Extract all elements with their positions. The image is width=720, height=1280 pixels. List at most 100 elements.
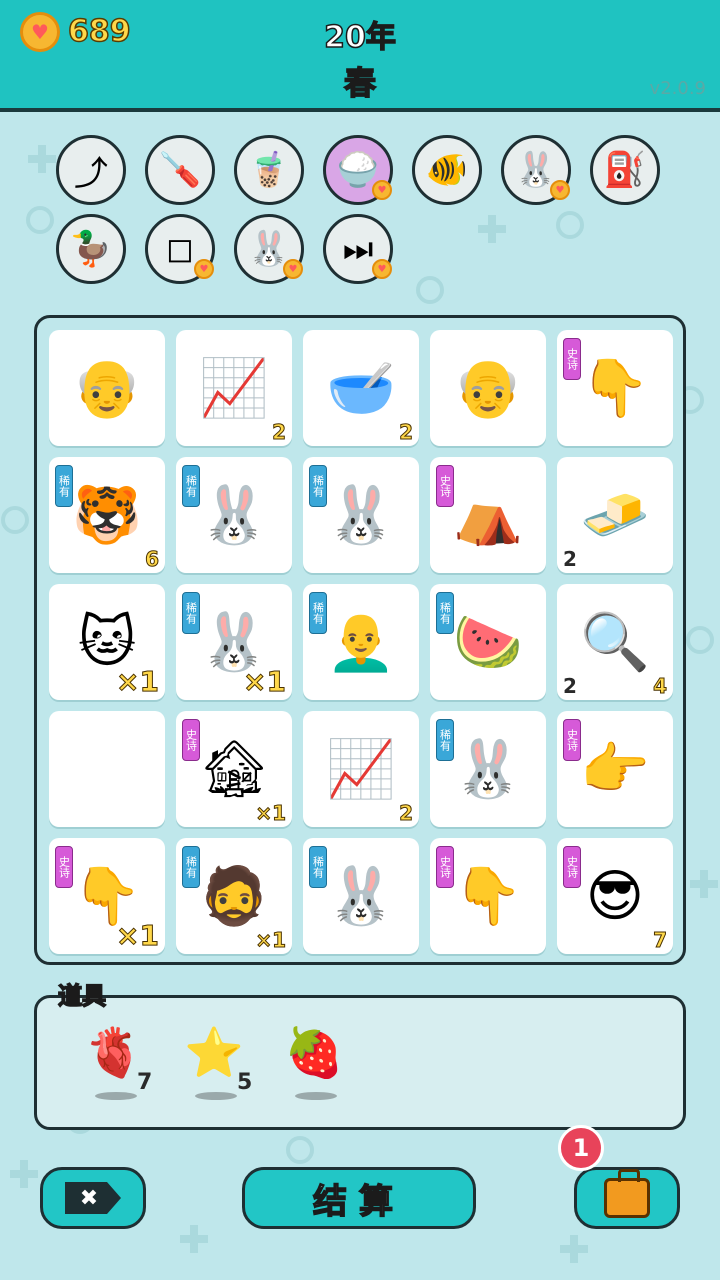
board-cell[interactable]: 🧈 2 (557, 457, 673, 573)
board-cell[interactable] (49, 711, 165, 827)
rarity-tag: 稀有 (309, 846, 327, 888)
top-bar: ♥ 689 20年 春 v2.0.9 (0, 0, 720, 112)
rarity-tag: 稀有 (182, 592, 200, 634)
rarity-tag: 史诗 (436, 846, 454, 888)
prop-item[interactable]: 🫀 7 (79, 1022, 159, 1112)
board-cell[interactable]: 🍉 稀有 (430, 584, 546, 700)
item-count: ×1 (255, 801, 287, 826)
version-label: v2.0.9 (649, 78, 706, 99)
tool-slot-sugar-cubes-icon[interactable]: ◻ ♥ (145, 214, 215, 284)
fishbowl-icon: 🐠 (425, 150, 469, 190)
arrow-up-card-icon: ⤴ (74, 153, 108, 194)
old-man-glasses-icon: 👴 (72, 356, 142, 421)
item-count: 2 (399, 420, 414, 445)
item-count: ×1 (255, 928, 287, 953)
rarity-tag: 稀有 (436, 719, 454, 761)
bag-button[interactable] (574, 1167, 680, 1229)
board-cell[interactable]: 📈 2 (176, 330, 292, 446)
bubble-tea-icon: 🧋 (247, 150, 291, 190)
board-cell[interactable]: 👇 史诗 (557, 330, 673, 446)
sugar-cubes-icon: ◻ (165, 229, 195, 269)
tool-slot-fishbowl-icon[interactable]: 🐠 (412, 135, 482, 205)
bayberry-icon: 🍓 (284, 1024, 344, 1081)
rarity-tag: 史诗 (563, 719, 581, 761)
rarity-tag: 史诗 (563, 846, 581, 888)
rarity-tag: 史诗 (563, 338, 581, 380)
tool-slot-bubble-tea-icon[interactable]: 🧋 (234, 135, 304, 205)
board-cell[interactable]: 🐰 稀有 (303, 838, 419, 954)
board-cell[interactable]: 👇 史诗 ×1 (49, 838, 165, 954)
prop-count: 5 (237, 1070, 253, 1095)
briefcase-icon (604, 1169, 650, 1218)
season-label: 春 (343, 63, 377, 103)
close-icon: ✖ (65, 1182, 121, 1214)
board-cell[interactable]: 📈 2 (303, 711, 419, 827)
board-cell[interactable]: 🐰 稀有 (176, 457, 292, 573)
prop-item[interactable]: 🍓 (279, 1022, 359, 1112)
item-board: 👴 📈 2 🥣 2 👴 👇 史诗 🐯 稀有 6 🐰 稀有 🐰 稀有 ⛺ 史诗 🧈 2 🐱 ×1 🐰 稀有 ×1 👨‍🦲 稀有 🍉 稀有… (34, 315, 686, 965)
tool-slot-rabbit-icon[interactable]: 🐰 ♥ (234, 214, 304, 284)
board-cell[interactable]: 👉 史诗 (557, 711, 673, 827)
prop-item[interactable]: ⭐ 5 (179, 1022, 259, 1112)
tool-slot-air-pump-icon[interactable]: ⛽ (590, 135, 660, 205)
year-label: 20年 (323, 19, 396, 56)
coin-badge-icon: ♥ (194, 259, 214, 279)
board-cell[interactable]: 🏚 史诗 ×1 (176, 711, 292, 827)
item-count: 4 (653, 674, 668, 699)
item-count: ×1 (243, 665, 287, 699)
board-cell[interactable]: 🐰 稀有 (430, 711, 546, 827)
prop-shadow (295, 1092, 337, 1100)
board-cell[interactable]: 👨‍🦲 稀有 (303, 584, 419, 700)
rarity-tag: 稀有 (436, 592, 454, 634)
board-cell[interactable]: 👴 (49, 330, 165, 446)
duck-pot-icon: 🦆 (69, 229, 113, 269)
empty-cell (49, 711, 165, 827)
old-man-glasses-icon: 👴 (453, 356, 523, 421)
board-cell[interactable]: 👇 史诗 (430, 838, 546, 954)
prop-shadow (95, 1092, 137, 1100)
rarity-tag: 稀有 (182, 465, 200, 507)
board-cell[interactable]: 🐱 ×1 (49, 584, 165, 700)
board-cell[interactable]: 🐰 稀有 (303, 457, 419, 573)
tool-slot-screwdriver-icon[interactable]: 🪛 (145, 135, 215, 205)
rarity-tag: 史诗 (182, 719, 200, 761)
tool-slot-duck-pot-icon[interactable]: 🦆 (56, 214, 126, 284)
board-cell[interactable]: 🐯 稀有 6 (49, 457, 165, 573)
screwdriver-icon: 🪛 (158, 150, 202, 190)
prop-count: 7 (137, 1070, 153, 1095)
tool-slot-arrow-up-card-icon[interactable]: ⤴ (56, 135, 126, 205)
board-cell[interactable]: ⛺ 史诗 (430, 457, 546, 573)
board-cell[interactable]: 🐰 稀有 ×1 (176, 584, 292, 700)
item-count: ×1 (116, 919, 160, 953)
close-button[interactable]: ✖ (40, 1167, 146, 1229)
air-pump-icon: ⛽ (603, 150, 647, 190)
board-cell[interactable]: 😎 史诗 7 (557, 838, 673, 954)
settle-label: 结算 (312, 1181, 405, 1223)
item-level: 2 (563, 547, 577, 571)
coin-badge-icon: ♥ (372, 259, 392, 279)
board-cell[interactable]: 👴 (430, 330, 546, 446)
rarity-tag: 稀有 (309, 465, 327, 507)
prop-shadow (195, 1092, 237, 1100)
bag-notification-badge: 1 (558, 1125, 604, 1171)
item-count: 7 (653, 928, 668, 953)
coin-badge-icon: ♥ (283, 259, 303, 279)
coin-badge-icon: ♥ (550, 180, 570, 200)
board-cell[interactable]: 🔍 4 2 (557, 584, 673, 700)
coin-badge-icon: ♥ (372, 180, 392, 200)
item-count: 2 (399, 801, 414, 826)
settle-button[interactable]: 结算 (242, 1167, 476, 1229)
board-cell[interactable]: 🧔 稀有 ×1 (176, 838, 292, 954)
item-count: ×1 (116, 665, 160, 699)
item-count: 2 (272, 420, 287, 445)
tool-slot-rice-bowl-icon[interactable]: 🍚 ♥ (323, 135, 393, 205)
props-panel: 🫀 7 ⭐ 5 🍓 (34, 995, 686, 1130)
rarity-tag: 稀有 (182, 846, 200, 888)
rarity-tag: 稀有 (55, 465, 73, 507)
skip-icon: ⏭ (342, 229, 374, 269)
board-cell[interactable]: 🥣 2 (303, 330, 419, 446)
tool-slot-rabbit-icon[interactable]: 🐰 ♥ (501, 135, 571, 205)
tool-slot-skip-icon[interactable]: ⏭ ♥ (323, 214, 393, 284)
item-count: 6 (145, 547, 160, 572)
rarity-tag: 史诗 (55, 846, 73, 888)
